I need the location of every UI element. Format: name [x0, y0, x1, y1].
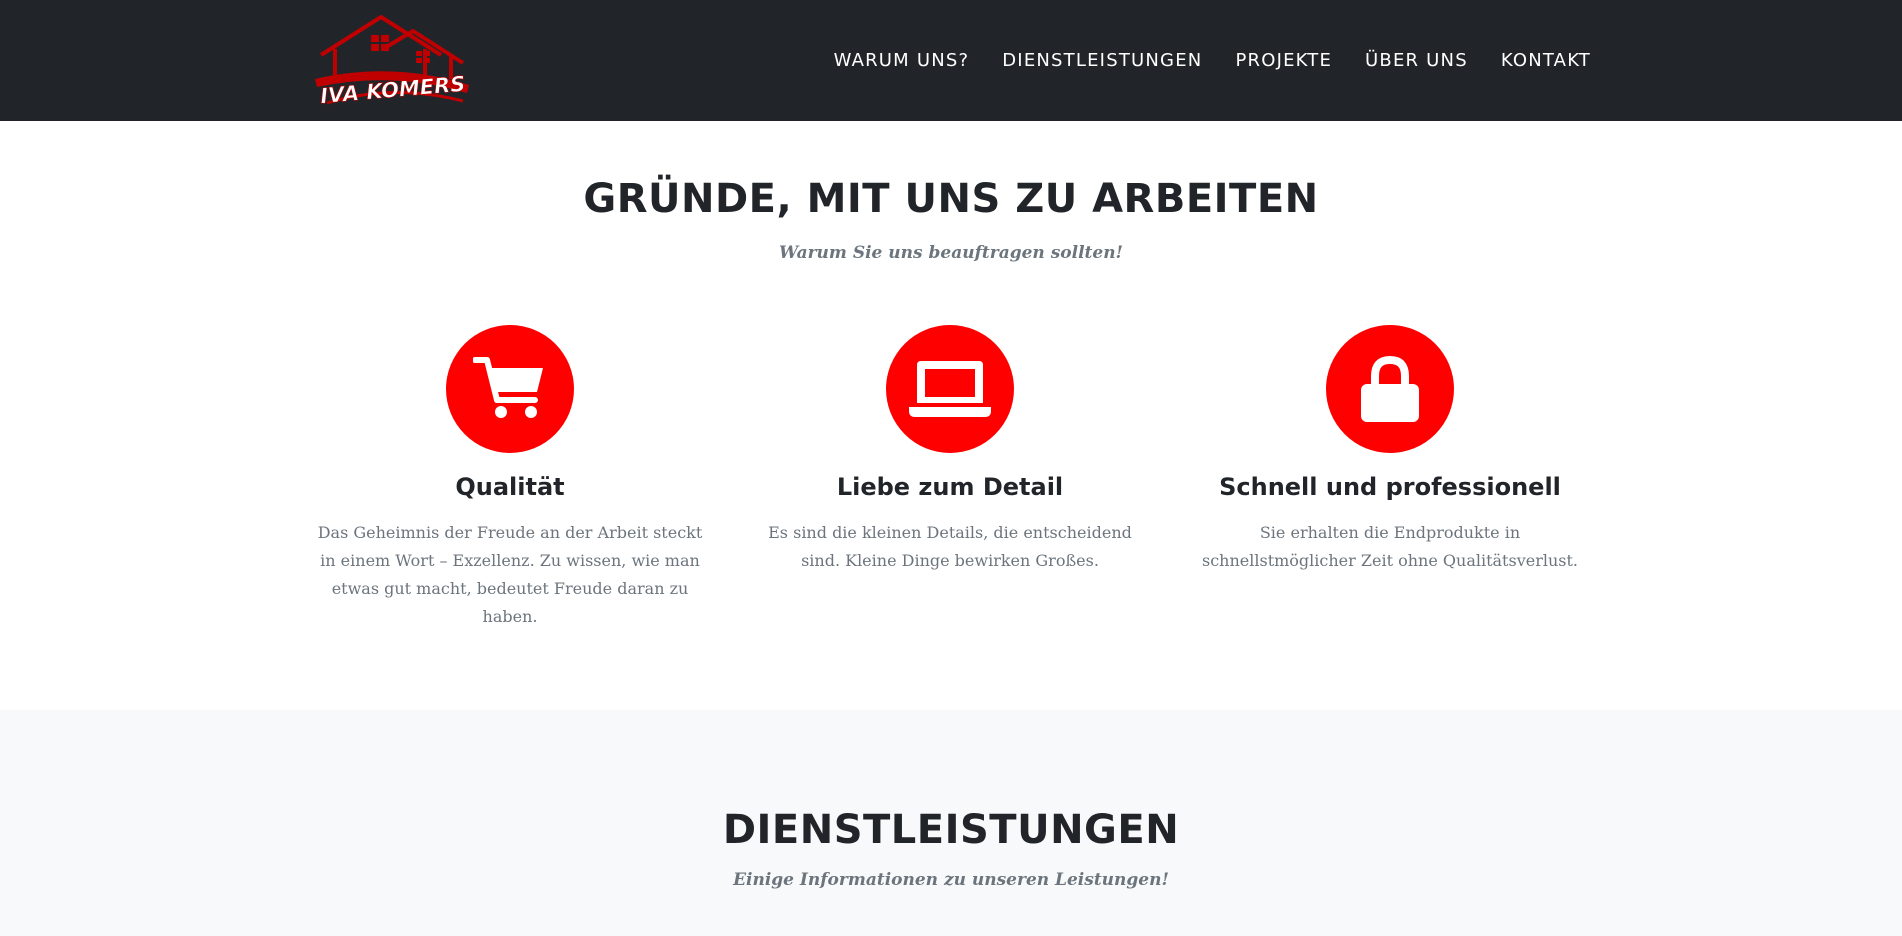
- features-section: GRÜNDE, MIT UNS ZU ARBEITEN Warum Sie un…: [0, 121, 1902, 710]
- nav-link-warum-uns[interactable]: WARUM UNS?: [834, 50, 970, 71]
- services-subheading: Einige Informationen zu unseren Leistung…: [733, 870, 1169, 890]
- nav-link-dienstleistungen[interactable]: DIENSTLEISTUNGEN: [1002, 50, 1202, 71]
- features-subheading: Warum Sie uns beauftragen sollten!: [778, 243, 1124, 263]
- navbar: IVA KOMERS WARUM UNS? DIENSTLEISTUNGEN P…: [0, 0, 1902, 121]
- feature-fast-professional: Schnell und professionell Sie erhalten d…: [1180, 325, 1600, 575]
- feature-text: Es sind die kleinen Details, die entsche…: [768, 523, 1132, 570]
- feature-icon-circle: [446, 325, 574, 453]
- feature-attention-to-detail: Liebe zum Detail Es sind die kleinen Det…: [740, 325, 1160, 575]
- nav-link-kontakt[interactable]: KONTAKT: [1501, 50, 1591, 71]
- feature-title: Schnell und professionell: [1219, 473, 1561, 501]
- feature-text: Sie erhalten die Endprodukte in schnells…: [1202, 523, 1578, 570]
- feature-icon-circle: [886, 325, 1014, 453]
- brand-logo-link[interactable]: IVA KOMERS: [313, 13, 473, 109]
- nav-menu: WARUM UNS? DIENSTLEISTUNGEN PROJEKTE ÜBE…: [801, 0, 1591, 121]
- lock-icon: [1361, 356, 1419, 422]
- services-heading: DIENSTLEISTUNGEN: [722, 807, 1180, 853]
- feature-icon-circle: [1326, 325, 1454, 453]
- feature-title: Liebe zum Detail: [836, 473, 1064, 501]
- feature-title: Qualität: [455, 473, 565, 501]
- nav-link-projekte[interactable]: PROJEKTE: [1235, 50, 1332, 71]
- features-heading: GRÜNDE, MIT UNS ZU ARBEITEN: [583, 176, 1319, 222]
- brand-logo: IVA KOMERS: [315, 15, 469, 109]
- shopping-cart-icon: [473, 357, 543, 418]
- feature-quality: Qualität Das Geheimnis der Freude an der…: [300, 325, 720, 631]
- navbar-container: IVA KOMERS WARUM UNS? DIENSTLEISTUNGEN P…: [313, 0, 1591, 121]
- laptop-icon: [909, 361, 991, 417]
- nav-link-ueber-uns[interactable]: ÜBER UNS: [1365, 50, 1468, 71]
- services-section: DIENSTLEISTUNGEN Einige Informationen zu…: [0, 710, 1902, 936]
- feature-text: Das Geheimnis der Freude an der Arbeit s…: [317, 523, 703, 626]
